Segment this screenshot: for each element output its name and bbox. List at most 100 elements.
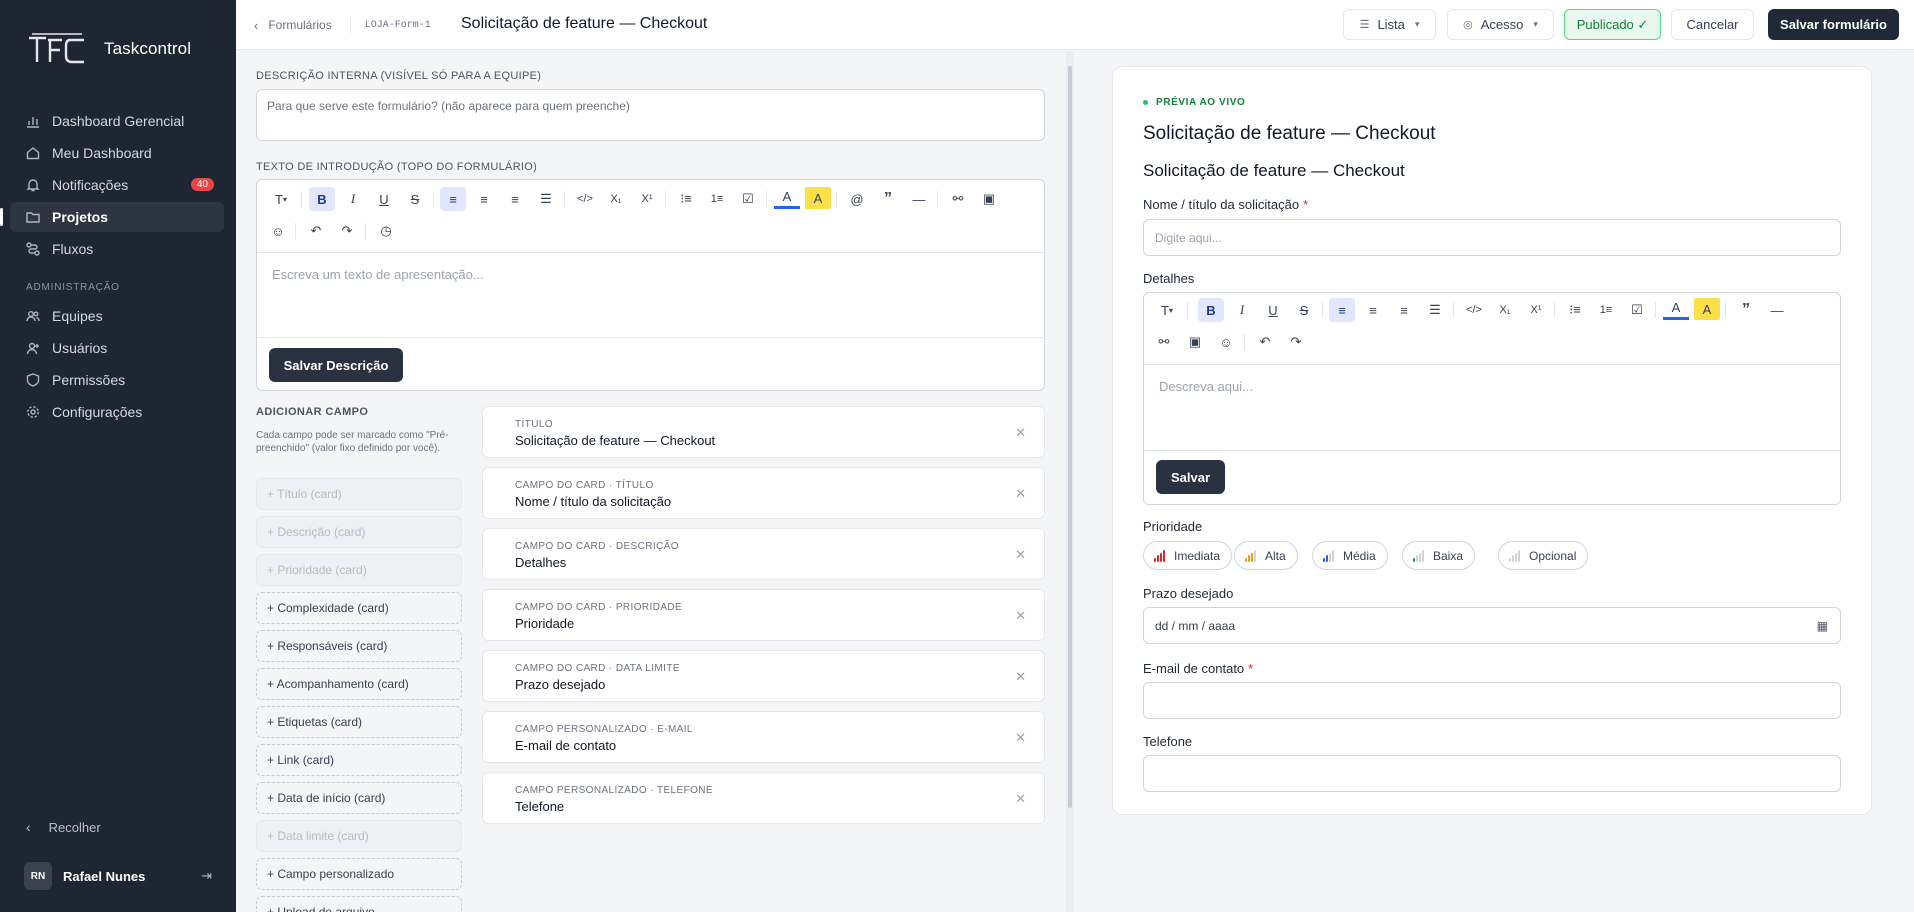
- add-field-button[interactable]: + Etiquetas (card): [256, 706, 462, 738]
- emoji-icon[interactable]: ☺: [1213, 330, 1239, 354]
- undo-icon[interactable]: ↶: [1252, 330, 1278, 354]
- align-justify-icon[interactable]: ☰: [533, 187, 559, 211]
- add-field-button[interactable]: + Descrição (card): [256, 516, 462, 548]
- strikethrough-icon[interactable]: S: [402, 187, 428, 211]
- checklist-icon[interactable]: ☑: [1624, 298, 1650, 322]
- redo-icon[interactable]: ↷: [1283, 330, 1309, 354]
- sidebar-item-usuarios[interactable]: Usuários: [10, 333, 224, 363]
- subscript-icon[interactable]: X₁: [1492, 298, 1518, 322]
- priority-option[interactable]: Baixa: [1402, 541, 1476, 570]
- add-field-button[interactable]: + Prioridade (card): [256, 554, 462, 586]
- align-right-icon[interactable]: ≡: [1391, 298, 1417, 322]
- form-field-row[interactable]: CAMPO DO CARD · PRIORIDADE Prioridade ✕: [482, 589, 1045, 641]
- undo-icon[interactable]: ↶: [303, 219, 329, 243]
- numbered-list-icon[interactable]: 1≡: [1593, 298, 1619, 322]
- form-field-row[interactable]: CAMPO PERSONALIZADO · E-MAIL E-mail de co…: [482, 711, 1045, 763]
- text-style-icon[interactable]: T ▾: [1151, 298, 1183, 322]
- breadcrumb-formularios-link[interactable]: Formulários: [268, 18, 331, 32]
- italic-icon[interactable]: I: [1229, 298, 1255, 322]
- form-field-row[interactable]: CAMPO DO CARD · TÍTULO Nome / título da s…: [482, 467, 1045, 519]
- align-right-icon[interactable]: ≡: [502, 187, 528, 211]
- form-field-row[interactable]: CAMPO PERSONALIZADO · TELEFONE Telefone ✕: [482, 772, 1045, 824]
- cancel-button[interactable]: Cancelar: [1671, 9, 1754, 40]
- code-icon[interactable]: </>: [1461, 298, 1487, 322]
- save-form-button[interactable]: Salvar formulário: [1768, 9, 1899, 40]
- details-input[interactable]: Descreva aqui...: [1159, 379, 1253, 394]
- code-icon[interactable]: </>: [572, 187, 598, 211]
- strikethrough-icon[interactable]: S: [1291, 298, 1317, 322]
- details-save-button[interactable]: Salvar: [1156, 460, 1225, 494]
- underline-icon[interactable]: U: [371, 187, 397, 211]
- add-field-button[interactable]: + Campo personalizado: [256, 858, 462, 890]
- form-field-row[interactable]: CAMPO DO CARD · DESCRIÇÃO Detalhes ✕: [482, 528, 1045, 580]
- bullet-list-icon[interactable]: ⁝≡: [673, 187, 699, 211]
- sidebar-item-notificacoes[interactable]: Notificações 40: [10, 170, 224, 200]
- image-icon[interactable]: ▣: [1182, 330, 1208, 354]
- highlight-color-icon[interactable]: A: [805, 187, 831, 209]
- priority-option[interactable]: Opcional: [1498, 541, 1589, 570]
- form-field-row[interactable]: CAMPO DO CARD · DATA LIMITE Prazo desejad…: [482, 650, 1045, 702]
- subscript-icon[interactable]: X₁: [603, 187, 629, 211]
- sidebar-item-equipes[interactable]: Equipes: [10, 301, 224, 331]
- collapse-sidebar-button[interactable]: ‹ Recolher: [26, 819, 101, 835]
- remove-field-icon[interactable]: ✕: [1015, 791, 1026, 807]
- sidebar-item-fluxos[interactable]: Fluxos: [10, 234, 224, 264]
- text-style-icon[interactable]: T ▾: [265, 187, 297, 211]
- text-color-icon[interactable]: A: [774, 187, 800, 209]
- add-field-button[interactable]: + Responsáveis (card): [256, 630, 462, 662]
- align-justify-icon[interactable]: ☰: [1422, 298, 1448, 322]
- horizontal-rule-icon[interactable]: —: [906, 187, 932, 211]
- link-icon[interactable]: ⚯: [1151, 330, 1177, 354]
- redo-icon[interactable]: ↷: [334, 219, 360, 243]
- view-mode-select[interactable]: ☰ Lista ▾: [1343, 9, 1436, 40]
- name-input[interactable]: Digite aqui...: [1143, 219, 1841, 256]
- phone-input[interactable]: [1143, 755, 1841, 792]
- italic-icon[interactable]: I: [340, 187, 366, 211]
- user-profile[interactable]: RN Rafael Nunes ⇥: [24, 862, 212, 890]
- checklist-icon[interactable]: ☑: [735, 187, 761, 211]
- bullet-list-icon[interactable]: ⁝≡: [1562, 298, 1588, 322]
- remove-field-icon[interactable]: ✕: [1015, 486, 1026, 502]
- quote-icon[interactable]: ”: [875, 187, 901, 211]
- text-color-icon[interactable]: A: [1663, 298, 1689, 320]
- intro-text-input[interactable]: Escreva um texto de apresentação...: [272, 267, 484, 282]
- priority-option[interactable]: Alta: [1234, 541, 1298, 570]
- sidebar-item-projetos[interactable]: Projetos: [0, 202, 224, 232]
- bold-icon[interactable]: B: [1198, 298, 1224, 322]
- priority-option[interactable]: Imediata: [1143, 541, 1233, 570]
- calendar-icon[interactable]: ▦: [1817, 619, 1828, 633]
- save-description-button[interactable]: Salvar Descrição: [269, 348, 403, 382]
- app-logo[interactable]: Taskcontrol: [26, 32, 191, 66]
- add-field-button[interactable]: + Data limite (card): [256, 820, 462, 852]
- priority-option[interactable]: Média: [1312, 541, 1388, 570]
- horizontal-rule-icon[interactable]: —: [1764, 298, 1790, 322]
- deadline-date-input[interactable]: dd / mm / aaaa ▦: [1143, 607, 1841, 644]
- emoji-icon[interactable]: ☺: [265, 219, 291, 243]
- internal-description-field[interactable]: Para que serve este formulário? (não apa…: [256, 89, 1045, 141]
- underline-icon[interactable]: U: [1260, 298, 1286, 322]
- numbered-list-icon[interactable]: 1≡: [704, 187, 730, 211]
- align-left-icon[interactable]: ≡: [440, 187, 466, 211]
- align-center-icon[interactable]: ≡: [471, 187, 497, 211]
- link-icon[interactable]: ⚯: [945, 187, 971, 211]
- remove-field-icon[interactable]: ✕: [1015, 425, 1026, 441]
- sidebar-item-meu-dashboard[interactable]: Meu Dashboard: [10, 138, 224, 168]
- image-icon[interactable]: ▣: [976, 187, 1002, 211]
- remove-field-icon[interactable]: ✕: [1015, 608, 1026, 624]
- add-field-button[interactable]: + Título (card): [256, 478, 462, 510]
- mention-icon[interactable]: @: [844, 187, 870, 211]
- remove-field-icon[interactable]: ✕: [1015, 730, 1026, 746]
- add-field-button[interactable]: + Link (card): [256, 744, 462, 776]
- highlight-color-icon[interactable]: A: [1694, 298, 1720, 320]
- sidebar-item-configuracoes[interactable]: Configurações: [10, 397, 224, 427]
- remove-field-icon[interactable]: ✕: [1015, 547, 1026, 563]
- editor-scrollbar-thumb[interactable]: [1068, 66, 1072, 808]
- add-field-button[interactable]: + Complexidade (card): [256, 592, 462, 624]
- sidebar-item-dashboard-gerencial[interactable]: Dashboard Gerencial: [10, 106, 224, 136]
- align-center-icon[interactable]: ≡: [1360, 298, 1386, 322]
- logout-icon[interactable]: ⇥: [201, 868, 212, 884]
- access-select[interactable]: ◎ Acesso ▾: [1447, 9, 1554, 40]
- published-toggle[interactable]: Publicado ✓: [1564, 9, 1661, 40]
- quote-icon[interactable]: ”: [1733, 298, 1759, 322]
- add-field-button[interactable]: + Upload de arquivo: [256, 896, 462, 912]
